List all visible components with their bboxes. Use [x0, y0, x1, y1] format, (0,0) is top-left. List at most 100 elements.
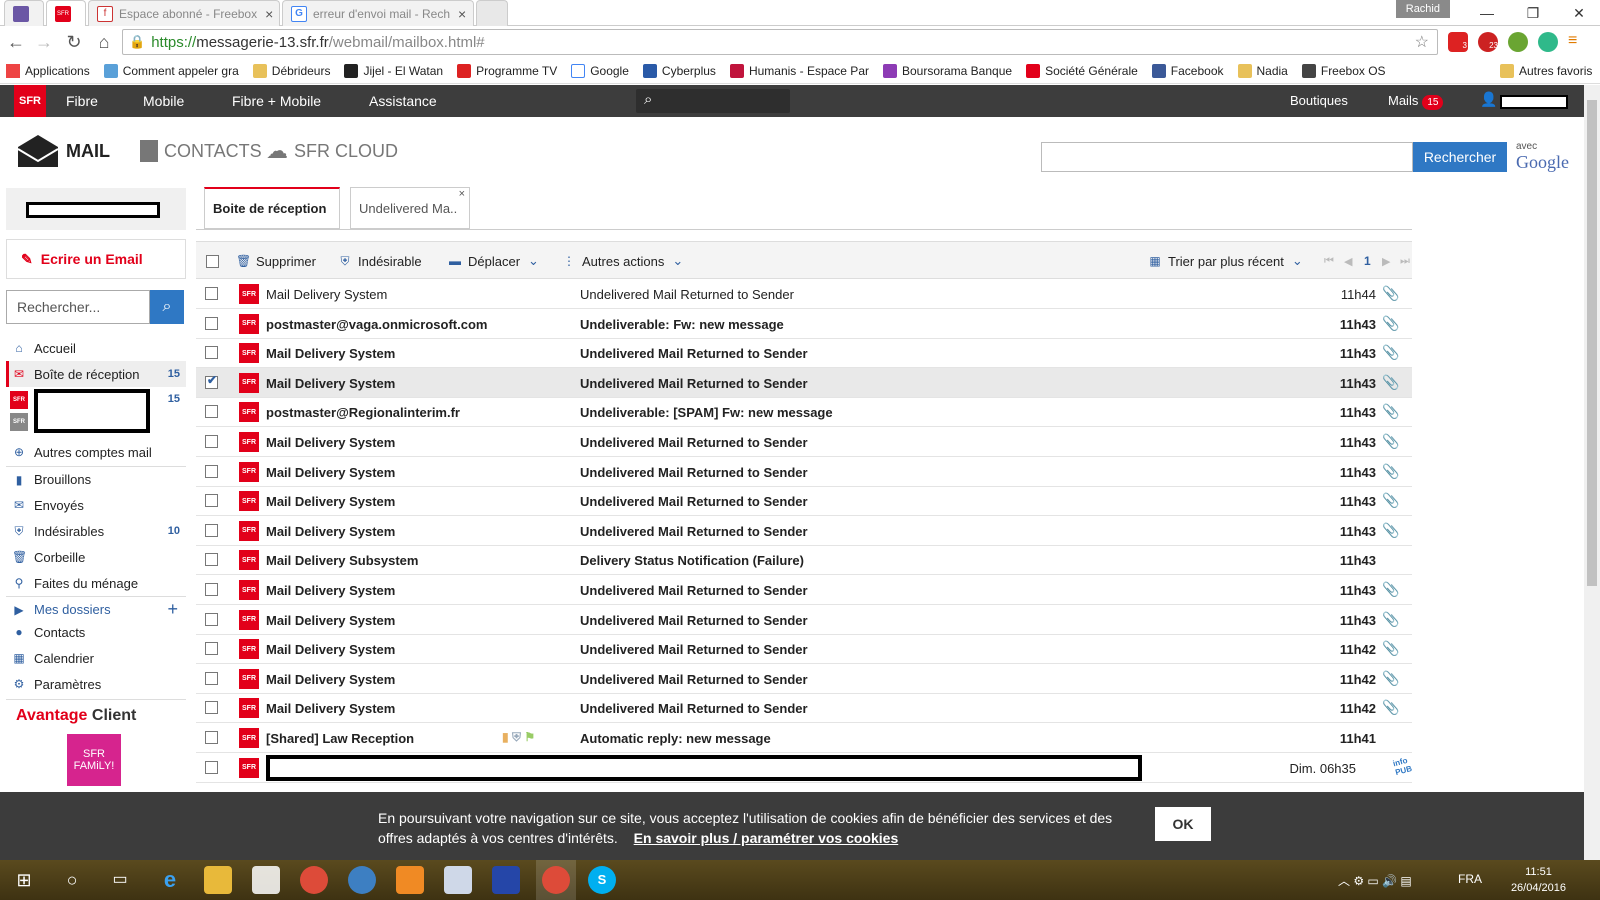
bookmark[interactable]: Jijel - El Watan: [344, 63, 443, 78]
bookmark[interactable]: Comment appeler gra: [103, 63, 239, 78]
sidebar-item-contacts[interactable]: ● Contacts: [6, 619, 186, 645]
bookmark[interactable]: Boursorama Banque: [882, 63, 1012, 78]
search-icon[interactable]: ⌕: [150, 290, 184, 324]
cookie-settings-link[interactable]: En savoir plus / paramétrer vos cookies: [634, 830, 899, 846]
bookmark[interactable]: Applications: [6, 63, 90, 78]
url-input[interactable]: 🔒 https:// messagerie-13.sfr.fr /webmail…: [122, 29, 1438, 55]
bookmark[interactable]: Google: [571, 63, 629, 78]
row-checkbox[interactable]: [205, 464, 218, 478]
extension-icon[interactable]: 3: [1448, 32, 1468, 52]
scrollbar-thumb[interactable]: [1587, 100, 1597, 586]
tab-mail[interactable]: MAIL: [16, 133, 110, 169]
row-checkbox[interactable]: [205, 346, 218, 360]
sfr-family-banner[interactable]: SFR FAMiLY!: [67, 734, 121, 786]
bookmark-other[interactable]: Autres favoris: [1500, 63, 1592, 78]
windows-start-icon[interactable]: ⊞: [10, 866, 38, 894]
chrome-icon[interactable]: [300, 866, 328, 894]
row-checkbox[interactable]: [205, 612, 218, 626]
user-icon[interactable]: 👤: [1480, 91, 1497, 109]
row-checkbox[interactable]: [205, 405, 218, 419]
row-checkbox[interactable]: [205, 671, 218, 685]
forward-icon[interactable]: →: [32, 30, 56, 54]
language-indicator[interactable]: FRA: [1458, 872, 1482, 886]
nav-boutiques[interactable]: Boutiques: [1290, 85, 1348, 117]
app-icon[interactable]: [396, 866, 424, 894]
close-icon[interactable]: ×: [450, 6, 466, 22]
sidebar-item-trash[interactable]: 🗑 Corbeille: [6, 544, 186, 570]
home-icon[interactable]: ⌂: [92, 30, 116, 54]
first-page-icon[interactable]: ⏮: [1324, 242, 1334, 280]
top-search-input[interactable]: ⌕: [636, 89, 790, 113]
sidebar-search-input[interactable]: Rechercher...: [6, 290, 150, 324]
nav-fibre[interactable]: Fibre: [66, 85, 98, 117]
row-checkbox[interactable]: ✔: [205, 373, 218, 389]
browser-tab-google[interactable]: G erreur d'envoi mail - Rech ×: [282, 0, 474, 26]
sidebar-item-sfr-account[interactable]: SFR SFR 15: [6, 387, 186, 437]
next-page-icon[interactable]: ▶: [1382, 242, 1390, 280]
table-row[interactable]: SFR Mail Delivery System Undelivered Mail …: [196, 427, 1412, 457]
sidebar-item-calendar[interactable]: ▦ Calendrier: [6, 645, 186, 671]
file-explorer-icon[interactable]: [204, 866, 232, 894]
shield-icon[interactable]: ⛨: [512, 730, 521, 744]
move-button[interactable]: ▬ Déplacer ⌄: [448, 242, 539, 280]
tray-icons[interactable]: ︿ ⚙ ▭ 🔊 ▤: [1338, 872, 1412, 889]
bookmark[interactable]: Humanis - Espace Par: [729, 63, 869, 78]
edge-icon[interactable]: e: [156, 866, 184, 894]
tab-contacts[interactable]: CONTACTS: [140, 133, 262, 169]
row-checkbox[interactable]: [205, 494, 218, 508]
bookmark[interactable]: Débrideurs: [252, 63, 330, 78]
table-row[interactable]: SFR Mail Delivery System Undelivered Mail …: [196, 338, 1412, 369]
bookmark[interactable]: Société Générale: [1026, 63, 1138, 78]
new-tab-button[interactable]: [476, 0, 508, 26]
restore-icon[interactable]: ❐: [1510, 0, 1556, 26]
sidebar-item-spam[interactable]: ⛨ Indésirables 10: [6, 518, 186, 544]
row-actions-icons[interactable]: ▮ ⛨ ⚑: [502, 730, 535, 745]
chrome-active-icon[interactable]: [536, 860, 576, 900]
prev-page-icon[interactable]: ◀: [1344, 242, 1352, 280]
close-icon[interactable]: ×: [459, 188, 465, 200]
extension-icon[interactable]: [1508, 32, 1528, 52]
bookmark[interactable]: Cyberplus: [642, 63, 716, 78]
trash-icon[interactable]: ▮: [502, 730, 509, 744]
table-row[interactable]: SFR Mail Delivery System Undelivered Mail …: [196, 516, 1412, 546]
back-icon[interactable]: ←: [4, 30, 28, 54]
table-row[interactable]: SFR Mail Delivery Subsystem Delivery Statu…: [196, 545, 1412, 576]
browser-tab-sfr[interactable]: SFR: [46, 0, 86, 26]
search-button[interactable]: Rechercher: [1413, 142, 1507, 172]
table-row[interactable]: SFR postmaster@vaga.onmicrosoft.com Undeli…: [196, 309, 1412, 339]
spam-button[interactable]: ⛨ Indésirable: [338, 242, 421, 280]
flag-icon[interactable]: ⚑: [524, 730, 535, 744]
row-checkbox[interactable]: [205, 435, 218, 448]
tab-undelivered[interactable]: Undelivered Ma.. ×: [350, 187, 470, 229]
table-row[interactable]: SFR Mail Delivery System Undelivered Mail …: [196, 486, 1412, 517]
nav-assistance[interactable]: Assistance: [369, 85, 437, 117]
row-checkbox[interactable]: [205, 642, 218, 656]
extension-icon[interactable]: [1538, 32, 1558, 52]
sfr-logo[interactable]: SFR: [14, 85, 46, 117]
nav-mobile[interactable]: Mobile: [143, 85, 184, 117]
clock[interactable]: 11:51 26/04/2016: [1511, 864, 1566, 896]
bookmark[interactable]: Freebox OS: [1301, 63, 1386, 78]
profile-badge[interactable]: Rachid: [1395, 0, 1450, 18]
sidebar-item-drafts[interactable]: ▮ Brouillons: [6, 466, 186, 492]
bookmark[interactable]: Programme TV: [457, 63, 557, 78]
tab-sfr-cloud[interactable]: ☁ SFR CLOUD: [266, 133, 398, 169]
write-email-button[interactable]: ✎ Ecrire un Email: [6, 239, 186, 279]
sidebar-item-sent[interactable]: ✉ Envoyés: [6, 492, 186, 518]
nav-mails[interactable]: Mails 15: [1388, 85, 1444, 117]
select-all-checkbox[interactable]: [206, 242, 219, 280]
table-row[interactable]: SFR Mail Delivery System Undelivered Mail …: [196, 575, 1412, 605]
table-row[interactable]: SFR Mail Delivery System Undelivered Mail …: [196, 693, 1412, 724]
delete-button[interactable]: 🗑 Supprimer: [236, 242, 316, 280]
sidebar-item-accueil[interactable]: ⌂ Accueil: [6, 335, 186, 361]
sidebar-item-other-accounts[interactable]: ⊕ Autres comptes mail: [6, 439, 186, 465]
browser-tab-freebox[interactable]: f Espace abonné - Freebox ×: [88, 0, 280, 26]
app-icon[interactable]: [348, 866, 376, 894]
window-close-icon[interactable]: ✕: [1556, 0, 1600, 26]
row-checkbox[interactable]: [205, 731, 218, 744]
table-row[interactable]: SFR postmaster@Regionalinterim.fr Undelive…: [196, 397, 1412, 428]
cookie-ok-button[interactable]: OK: [1155, 807, 1211, 841]
table-row[interactable]: SFR Mail Delivery System Undelivered Mail …: [196, 457, 1412, 487]
sidebar-item-inbox[interactable]: ✉ Boîte de réception 15: [6, 361, 186, 387]
app-icon[interactable]: [444, 866, 472, 894]
